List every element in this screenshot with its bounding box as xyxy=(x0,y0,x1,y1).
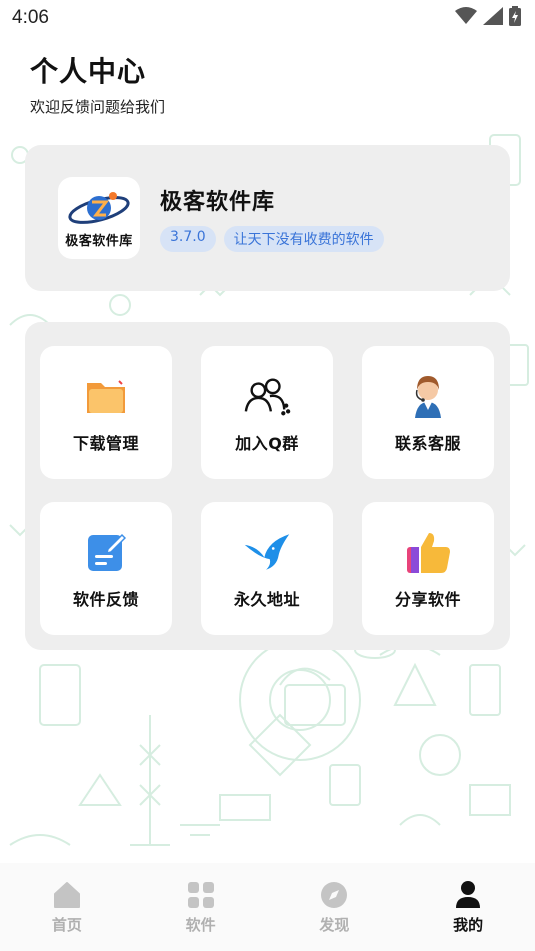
folder-icon xyxy=(82,372,130,420)
thumbs-up-icon xyxy=(404,528,452,576)
user-icon xyxy=(452,879,484,911)
battery-charging-icon xyxy=(509,6,521,30)
feedback-edit-icon xyxy=(82,528,130,576)
nav-item-mine[interactable]: 我的 xyxy=(401,863,535,951)
tile-label: 软件反馈 xyxy=(72,589,139,609)
nav-label: 软件 xyxy=(185,916,216,934)
bottom-navigation: 首页 软件 发现 我的 xyxy=(0,863,535,951)
nav-item-home[interactable]: 首页 xyxy=(0,863,134,951)
group-icon xyxy=(243,372,291,420)
tile-software-feedback[interactable]: 软件反馈 xyxy=(40,502,172,635)
status-bar: 4:06 xyxy=(0,0,535,36)
bird-icon xyxy=(243,528,291,576)
signal-icon xyxy=(483,7,503,29)
nav-label: 首页 xyxy=(51,916,82,934)
page-header: 个人中心 欢迎反馈问题给我们 xyxy=(30,50,165,117)
badge-row: 3.7.0 让天下没有收费的软件 xyxy=(160,226,384,252)
page-subtitle: 欢迎反馈问题给我们 xyxy=(30,98,166,116)
nav-label: 发现 xyxy=(319,916,350,934)
profile-info: 极客软件库 3.7.0 让天下没有收费的软件 xyxy=(160,184,384,252)
tile-label: 永久地址 xyxy=(233,589,300,609)
app-logo[interactable]: 极客软件库 xyxy=(58,177,140,259)
compass-icon xyxy=(318,879,350,911)
tile-share-software[interactable]: 分享软件 xyxy=(362,502,494,635)
app-profile-card: 极客软件库 极客软件库 3.7.0 让天下没有收费的软件 xyxy=(25,145,510,291)
app-logo-icon xyxy=(68,191,130,224)
version-badge: 3.7.0 xyxy=(160,226,216,252)
apps-grid-icon xyxy=(185,879,217,911)
tile-permanent-address[interactable]: 永久地址 xyxy=(201,502,333,635)
tile-label: 分享软件 xyxy=(394,589,461,609)
nav-item-software[interactable]: 软件 xyxy=(134,863,268,951)
tile-label: 联系客服 xyxy=(394,433,461,453)
tile-label: 加入Q群 xyxy=(235,433,299,453)
nav-item-discover[interactable]: 发现 xyxy=(268,863,402,951)
wifi-icon xyxy=(455,7,477,29)
function-grid: 下载管理 加入Q群 联系客服 软件反馈 永久地址 分享软件 xyxy=(25,322,510,650)
tile-join-group[interactable]: 加入Q群 xyxy=(201,346,333,479)
tile-label: 下载管理 xyxy=(72,433,139,453)
page-title: 个人中心 xyxy=(30,55,147,88)
app-logo-text: 极客软件库 xyxy=(65,233,133,249)
slogan-badge: 让天下没有收费的软件 xyxy=(223,226,384,252)
tile-download-manager[interactable]: 下载管理 xyxy=(40,346,172,479)
status-time: 4:06 xyxy=(12,7,49,28)
status-icons xyxy=(455,6,521,30)
app-name: 极客软件库 xyxy=(160,190,276,215)
nav-label: 我的 xyxy=(453,916,484,934)
home-icon xyxy=(51,879,83,911)
customer-service-icon xyxy=(404,372,452,420)
tile-contact-support[interactable]: 联系客服 xyxy=(362,346,494,479)
